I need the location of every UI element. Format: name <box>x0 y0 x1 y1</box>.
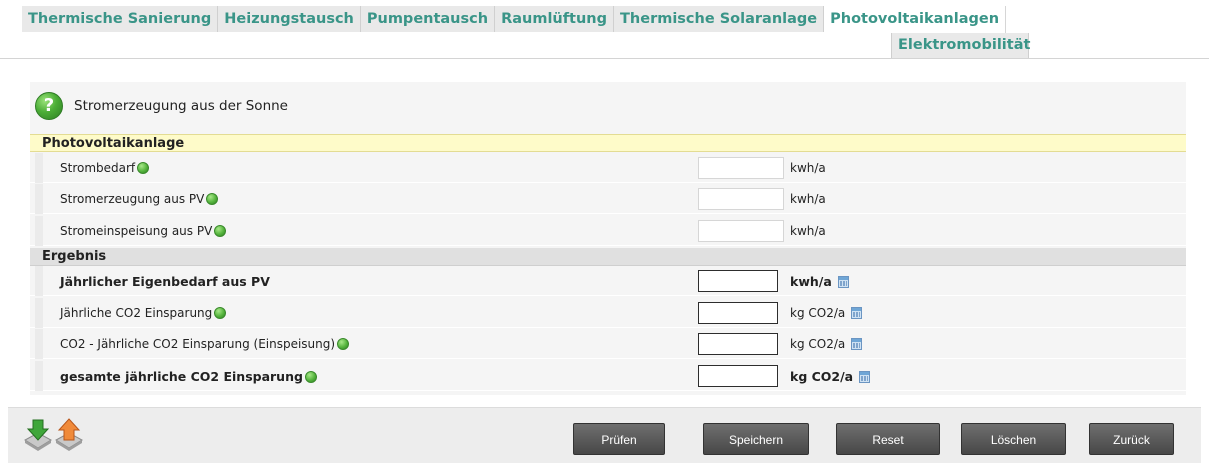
calculator-icon[interactable] <box>837 276 849 288</box>
row-co2-einsparung: Jährliche CO2 Einsparung kg CO2/a <box>30 298 1186 328</box>
check-button[interactable]: Prüfen <box>573 423 665 455</box>
co2-einspeisung-label: CO2 - Jährliche CO2 Einsparung (Einspeis… <box>60 337 336 351</box>
delete-button[interactable]: Löschen <box>961 423 1066 455</box>
help-icon[interactable] <box>137 162 150 174</box>
row-gesamte-co2-einsparung: gesamte jährliche CO2 Einsparung kg CO2/… <box>30 361 1186 391</box>
co2-einsparung-label: Jährliche CO2 Einsparung <box>60 306 213 320</box>
help-icon[interactable] <box>304 371 317 383</box>
tab-divider <box>0 58 1209 59</box>
unit-label: kwh/a <box>790 224 826 238</box>
stromeinspeisung-input[interactable] <box>698 220 784 242</box>
tab-photovoltaikanlagen[interactable]: Photovoltaikanlagen <box>824 6 1007 33</box>
tab-thermische-sanierung[interactable]: Thermische Sanierung <box>22 6 219 32</box>
stromerzeugung-input[interactable] <box>698 188 784 210</box>
tab-raumlueftung[interactable]: Raumlüftung <box>495 6 615 32</box>
unit-label: kg CO2/a <box>790 337 863 351</box>
row-strombedarf: Strombedarf kwh/a <box>30 153 1186 183</box>
row-stromeinspeisung-pv: Stromeinspeisung aus PV kwh/a <box>30 216 1186 246</box>
gesamte-co2-output[interactable] <box>698 365 778 387</box>
calculator-icon[interactable] <box>851 338 863 350</box>
row-gutter <box>35 184 43 214</box>
field-label: Stromeinspeisung aus PV <box>60 224 227 238</box>
stromerzeugung-label: Stromerzeugung aus PV <box>60 192 205 206</box>
row-gutter <box>35 216 43 246</box>
field-label: Strombedarf <box>60 161 150 175</box>
field-label: Stromerzeugung aus PV <box>60 192 219 206</box>
row-gutter <box>35 266 43 296</box>
eigenbedarf-label: Jährlicher Eigenbedarf aus PV <box>60 274 270 289</box>
section-header-ergebnis: Ergebnis <box>30 248 1186 266</box>
unit-text: kg CO2/a <box>790 369 854 384</box>
save-button[interactable]: Speichern <box>703 423 809 455</box>
tab-pumpentausch[interactable]: Pumpentausch <box>360 6 496 32</box>
tab-elektromobilitaet[interactable]: Elektromobilität <box>891 33 1030 58</box>
section-header-photovoltaikanlage: Photovoltaikanlage <box>30 134 1186 152</box>
reset-button[interactable]: Reset <box>836 423 940 455</box>
unit-label: kwh/a <box>790 274 849 289</box>
co2-einsparung-output[interactable] <box>698 302 778 324</box>
unit-text: kg CO2/a <box>790 337 846 351</box>
field-label: CO2 - Jährliche CO2 Einsparung (Einspeis… <box>60 337 350 351</box>
back-button[interactable]: Zurück <box>1089 423 1174 455</box>
field-label: gesamte jährliche CO2 Einsparung <box>60 369 317 384</box>
calculator-icon[interactable] <box>859 371 871 383</box>
row-gutter <box>35 329 43 359</box>
eigenbedarf-output[interactable] <box>698 270 778 292</box>
gesamte-co2-label: gesamte jährliche CO2 Einsparung <box>60 369 303 384</box>
row-gutter <box>35 361 43 391</box>
help-icon[interactable] <box>214 307 227 319</box>
upload-icon[interactable] <box>53 418 85 452</box>
calculator-icon[interactable] <box>851 307 863 319</box>
tab-heizungstausch[interactable]: Heizungstausch <box>218 6 361 32</box>
help-icon[interactable] <box>206 193 219 205</box>
footer-toolbar: Prüfen Speichern Reset Löschen Zurück <box>8 407 1201 463</box>
stromeinspeisung-label: Stromeinspeisung aus PV <box>60 224 213 238</box>
calculator-panel: ? Stromerzeugung aus der Sonne Photovolt… <box>30 82 1186 395</box>
row-co2-einspeisung: CO2 - Jährliche CO2 Einsparung (Einspeis… <box>30 329 1186 359</box>
strombedarf-input[interactable] <box>698 157 784 179</box>
help-icon[interactable]: ? <box>35 92 63 120</box>
unit-label: kwh/a <box>790 161 826 175</box>
tab-bar: Thermische Sanierung Heizungstausch Pump… <box>22 6 1007 33</box>
panel-header: ? Stromerzeugung aus der Sonne <box>30 82 1186 134</box>
unit-text: kg CO2/a <box>790 306 846 320</box>
tab-thermische-solaranlage[interactable]: Thermische Solaranlage <box>614 6 825 32</box>
download-icon[interactable] <box>22 418 54 452</box>
strombedarf-label: Strombedarf <box>60 161 136 175</box>
page-title: Stromerzeugung aus der Sonne <box>74 98 288 114</box>
row-stromerzeugung-pv: Stromerzeugung aus PV kwh/a <box>30 184 1186 214</box>
unit-label: kg CO2/a <box>790 369 871 384</box>
row-gutter <box>35 153 43 183</box>
co2-einspeisung-output[interactable] <box>698 333 778 355</box>
help-icon[interactable] <box>337 338 350 350</box>
row-gutter <box>35 298 43 328</box>
row-eigenbedarf: Jährlicher Eigenbedarf aus PV kwh/a <box>30 266 1186 296</box>
help-icon[interactable] <box>214 225 227 237</box>
unit-text: kwh/a <box>790 274 832 289</box>
field-label: Jährliche CO2 Einsparung <box>60 306 227 320</box>
unit-label: kg CO2/a <box>790 306 863 320</box>
unit-label: kwh/a <box>790 192 826 206</box>
